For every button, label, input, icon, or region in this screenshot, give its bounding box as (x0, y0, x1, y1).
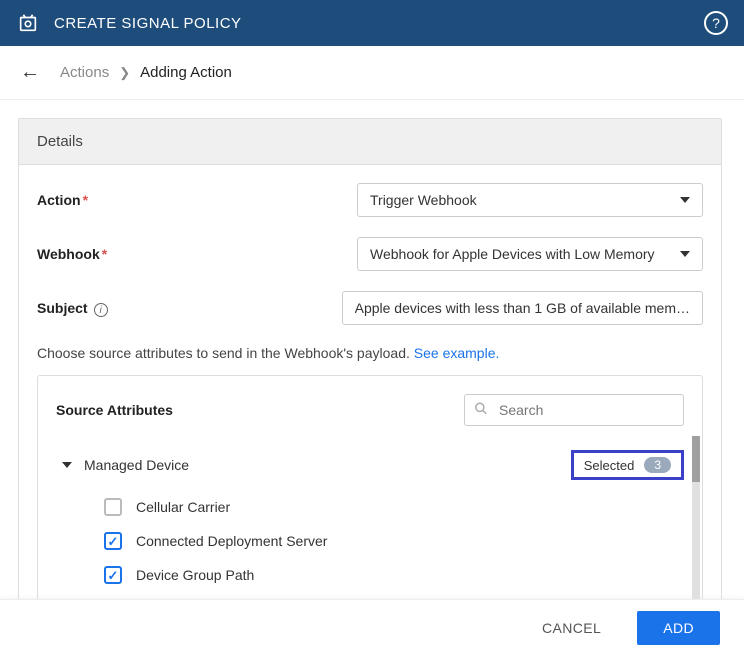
selected-badge: Selected 3 (571, 450, 684, 480)
source-attributes-panel: Source Attributes Managed Device (37, 375, 703, 599)
search-input[interactable] (464, 394, 684, 426)
source-attributes-title: Source Attributes (56, 402, 173, 418)
policy-icon (16, 11, 40, 35)
checkbox[interactable] (104, 498, 122, 516)
back-arrow-icon[interactable]: ← (20, 61, 40, 84)
footer: CANCEL ADD (0, 599, 744, 655)
see-example-link[interactable]: See example. (414, 345, 500, 361)
attr-item-cellular-carrier: Cellular Carrier (56, 490, 684, 524)
content-scroll[interactable]: Details Action* Trigger Webhook (8, 118, 736, 599)
group-managed-device[interactable]: Managed Device (62, 457, 189, 473)
chevron-down-icon (680, 197, 690, 203)
breadcrumb: ← Actions ❯ Adding Action (0, 46, 744, 100)
attr-item-device-group-path: Device Group Path (56, 558, 684, 592)
inner-scrollbar[interactable] (692, 436, 700, 599)
breadcrumb-current: Adding Action (140, 64, 232, 81)
search-icon (474, 402, 488, 419)
page-title: CREATE SIGNAL POLICY (54, 15, 704, 32)
subject-label: Subjecti (37, 300, 342, 317)
checkbox[interactable] (104, 532, 122, 550)
chevron-right-icon: ❯ (119, 65, 130, 81)
checkbox[interactable] (104, 566, 122, 584)
subject-field[interactable]: Apple devices with less than 1 GB of ava… (342, 291, 703, 325)
chevron-down-icon (680, 251, 690, 257)
help-icon[interactable]: ? (704, 11, 728, 35)
breadcrumb-prev[interactable]: Actions (60, 64, 109, 81)
panel-header: Details (19, 119, 721, 165)
add-button[interactable]: ADD (637, 611, 720, 645)
webhook-select[interactable]: Webhook for Apple Devices with Low Memor… (357, 237, 703, 271)
top-bar: CREATE SIGNAL POLICY ? (0, 0, 744, 46)
action-label: Action* (37, 192, 357, 208)
selected-count: 3 (644, 457, 671, 473)
details-panel: Details Action* Trigger Webhook (18, 118, 722, 599)
attr-item-device-id: Device ID (56, 592, 684, 599)
action-select[interactable]: Trigger Webhook (357, 183, 703, 217)
helper-text: Choose source attributes to send in the … (37, 345, 703, 361)
webhook-label: Webhook* (37, 246, 357, 262)
scrollbar-thumb[interactable] (692, 436, 700, 482)
attr-item-connected-deployment-server: Connected Deployment Server (56, 524, 684, 558)
chevron-down-icon (62, 462, 72, 468)
info-icon[interactable]: i (94, 303, 108, 317)
cancel-button[interactable]: CANCEL (516, 611, 627, 645)
